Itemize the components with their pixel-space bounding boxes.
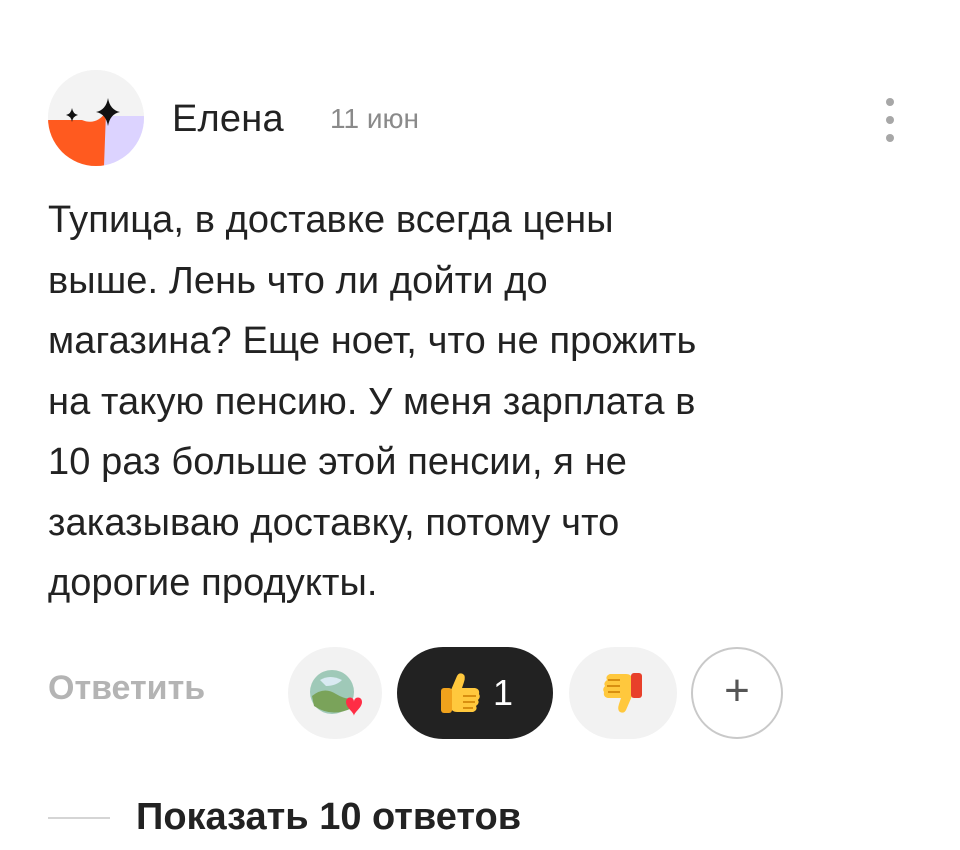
show-replies-button[interactable]: Показать 10 ответов bbox=[136, 796, 521, 839]
comment-line: на такую пенсию. У меня зарплата в bbox=[48, 380, 696, 423]
reaction-like-button[interactable]: 1 bbox=[397, 647, 553, 739]
comment-line: магазина? Еще ноет, что не прожить bbox=[48, 320, 697, 362]
vertical-ellipsis-icon[interactable] bbox=[880, 98, 900, 142]
comment-line: Тупица, в доставке всегда цены bbox=[48, 199, 614, 241]
plus-icon: + bbox=[724, 666, 750, 715]
author-name[interactable]: Елена bbox=[172, 98, 284, 141]
thumbs-up-icon bbox=[440, 673, 480, 713]
avatar-heart-icon bbox=[310, 670, 362, 716]
reply-button[interactable]: Ответить bbox=[48, 669, 205, 708]
like-count: 1 bbox=[492, 672, 514, 713]
comment-line: заказываю доставку, потому что bbox=[48, 501, 620, 544]
comment-actions: Ответить 1 + bbox=[48, 645, 908, 745]
comment-line: 10 раз больше этой пенсии, я не bbox=[48, 441, 627, 483]
comment-text: Тупица, в доставке всегда цены выше. Лен… bbox=[48, 190, 918, 614]
replies-section: Показать 10 ответов bbox=[48, 790, 908, 850]
comment-line: дорогие продукты. bbox=[48, 562, 378, 604]
replies-divider bbox=[48, 817, 110, 819]
avatar-logo-icon bbox=[48, 70, 144, 166]
thumbs-down-icon bbox=[603, 673, 642, 713]
author-avatar[interactable] bbox=[48, 70, 144, 166]
comment-header: Елена 11 июн bbox=[48, 70, 908, 168]
reaction-dislike-button[interactable] bbox=[569, 647, 677, 739]
reaction-avatar-heart[interactable] bbox=[288, 647, 382, 739]
comment-line: выше. Лень что ли дойти до bbox=[48, 259, 548, 302]
add-reaction-button[interactable]: + bbox=[691, 647, 783, 739]
comment-date: 11 июн bbox=[330, 103, 419, 134]
